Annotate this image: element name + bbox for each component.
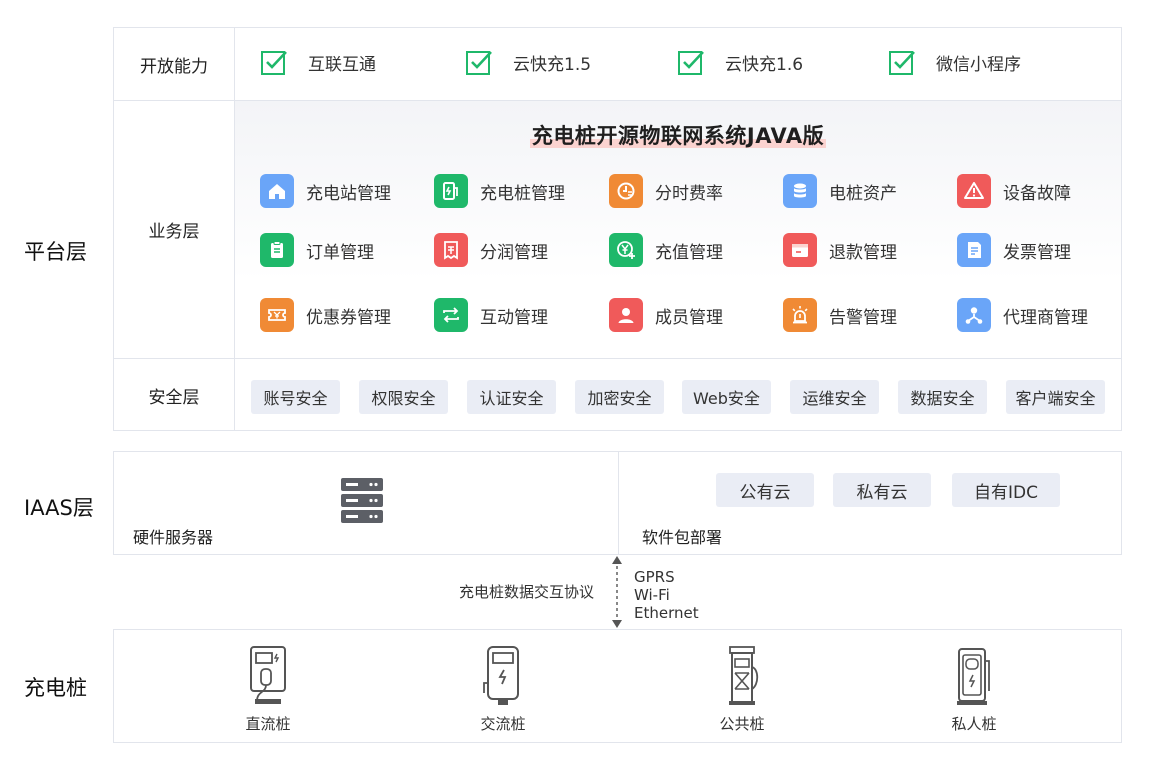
- biz-item-station[interactable]: 充电站管理: [260, 174, 391, 208]
- clock-rate-icon: [609, 174, 643, 208]
- biz-item-share[interactable]: 分润管理: [434, 233, 548, 267]
- home-icon: [260, 174, 294, 208]
- capability-item: 互联互通: [260, 48, 376, 76]
- charger-private: 私人桩: [914, 645, 1034, 734]
- protocol-wifi: Wi-Fi: [634, 586, 670, 604]
- private-charger-icon: [957, 648, 990, 705]
- checkbox-icon: [678, 51, 704, 75]
- invoice-icon: [957, 233, 991, 267]
- protocol-ethernet: Ethernet: [634, 604, 699, 622]
- cloud-idc: 自有IDC: [952, 473, 1060, 507]
- biz-item-asset[interactable]: 电桩资产: [783, 174, 897, 208]
- server-icon: [341, 478, 383, 523]
- capability-item: 微信小程序: [888, 48, 1021, 76]
- bidirectional-arrow-icon: [612, 556, 622, 628]
- business-layer-label: 业务层: [148, 222, 200, 242]
- dc-charger-icon: [250, 646, 286, 704]
- charger-dc: 直流桩: [208, 645, 328, 734]
- checkbox-icon: [889, 51, 915, 75]
- biz-item-alarm[interactable]: 告警管理: [783, 298, 897, 332]
- layer-label-charger: 充电桩: [24, 676, 87, 700]
- layer-label-platform: 平台层: [24, 240, 87, 264]
- biz-item-interact[interactable]: 互动管理: [434, 298, 548, 332]
- security-tag: 权限安全: [359, 380, 448, 414]
- security-tag: 数据安全: [898, 380, 987, 414]
- biz-item-invoice[interactable]: 发票管理: [957, 233, 1071, 267]
- security-tag: 认证安全: [467, 380, 556, 414]
- checkbox-icon: [466, 51, 492, 75]
- biz-item-recharge[interactable]: 充值管理: [609, 233, 723, 267]
- layer-label-iaas: IAAS层: [24, 496, 94, 520]
- public-charger-icon: [729, 646, 759, 705]
- warning-icon: [957, 174, 991, 208]
- biz-item-fault[interactable]: 设备故障: [957, 174, 1071, 208]
- hardware-server-label: 硬件服务器: [133, 528, 214, 547]
- security-tag: 加密安全: [575, 380, 664, 414]
- checkbox-icon: [261, 51, 287, 75]
- biz-item-coupon[interactable]: 优惠券管理: [260, 298, 391, 332]
- ac-charger-icon: [483, 646, 519, 705]
- security-layer-label: 安全层: [148, 387, 200, 408]
- protocol-list: GPRS Wi-Fi Ethernet: [634, 568, 699, 622]
- biz-item-pile[interactable]: 充电桩管理: [434, 174, 565, 208]
- alarm-light-icon: [783, 298, 817, 332]
- security-tag: 客户端安全: [1006, 380, 1105, 414]
- cloud-public: 公有云: [716, 473, 814, 507]
- user-icon: [609, 298, 643, 332]
- capability-item: 云快充1.5: [465, 48, 591, 76]
- cloud-private: 私有云: [833, 473, 931, 507]
- swap-icon: [434, 298, 468, 332]
- software-deploy-label: 软件包部署: [642, 528, 723, 547]
- platform-block: 开放能力 业务层 安全层 互联互通 云快充1.5 云快充1.6 微信小程序 充电…: [113, 27, 1122, 431]
- biz-item-rate[interactable]: 分时费率: [609, 174, 723, 208]
- biz-item-member[interactable]: 成员管理: [609, 298, 723, 332]
- biz-item-refund[interactable]: 退款管理: [783, 233, 897, 267]
- biz-item-agent[interactable]: 代理商管理: [957, 298, 1088, 332]
- open-capability-label: 开放能力: [140, 56, 208, 77]
- database-icon: [783, 174, 817, 208]
- clipboard-icon: [260, 233, 294, 267]
- charger-pump-icon: [434, 174, 468, 208]
- yen-plus-icon: [609, 233, 643, 267]
- system-title: 充电桩开源物联网系统JAVA版: [529, 124, 827, 148]
- protocol-label: 充电桩数据交互协议: [459, 583, 595, 601]
- biz-item-order[interactable]: 订单管理: [260, 233, 374, 267]
- charger-ac: 交流桩: [443, 645, 563, 734]
- security-tag: 账号安全: [251, 380, 340, 414]
- security-tag: 运维安全: [790, 380, 879, 414]
- receipt-icon: [434, 233, 468, 267]
- security-tag: Web安全: [682, 380, 771, 414]
- capability-item: 云快充1.6: [677, 48, 803, 76]
- coupon-icon: [260, 298, 294, 332]
- wallet-icon: [783, 233, 817, 267]
- protocol-gprs: GPRS: [634, 568, 675, 586]
- network-user-icon: [957, 298, 991, 332]
- charger-public: 公共桩: [682, 645, 802, 734]
